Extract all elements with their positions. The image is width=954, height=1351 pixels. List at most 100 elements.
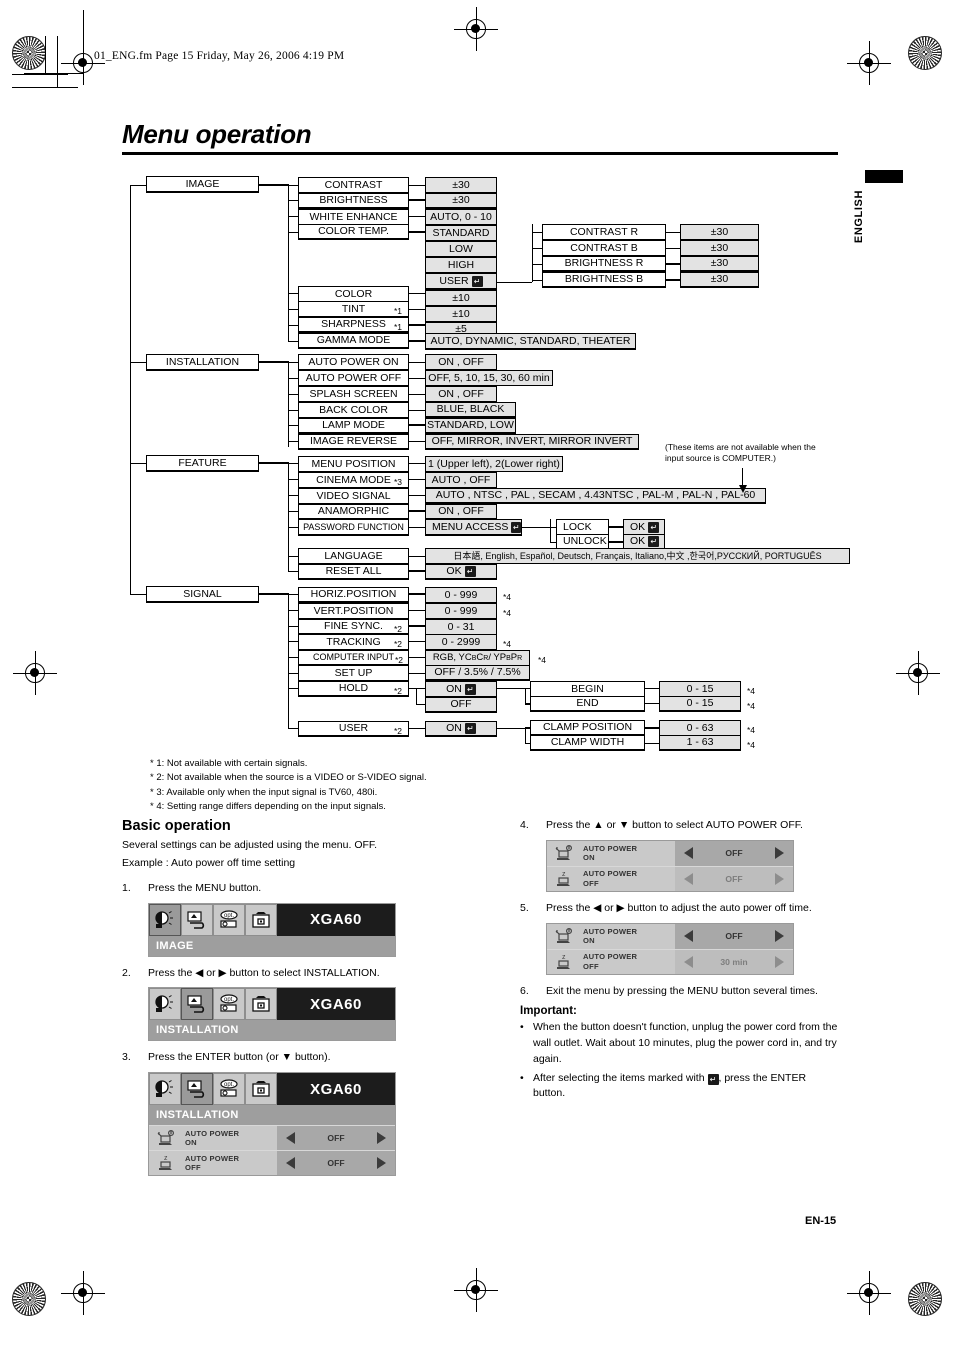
osd-tab-signal[interactable] bbox=[245, 1073, 277, 1106]
tree-item-tint[interactable]: TINT *1 bbox=[298, 301, 409, 317]
right-arrow-icon[interactable] bbox=[775, 930, 784, 942]
tree-item-clamp-position[interactable]: CLAMP POSITION bbox=[530, 720, 645, 736]
osd-tab-feature[interactable]: opt. bbox=[213, 1073, 245, 1106]
footnote-2: * 2: Not available when the source is a … bbox=[150, 772, 427, 784]
tree-root-image[interactable]: IMAGE bbox=[146, 176, 259, 193]
left-arrow-icon[interactable] bbox=[684, 872, 693, 885]
osd-row-auto-power-off[interactable]: z AUTO POWER OFF OFF bbox=[149, 1150, 395, 1176]
tree-item-image-reverse[interactable]: IMAGE REVERSE bbox=[298, 434, 409, 450]
tree-value-user-on[interactable]: ON ↵ bbox=[425, 721, 497, 737]
contrast-icon bbox=[155, 910, 173, 928]
tree-item-video-signal[interactable]: VIDEO SIGNAL bbox=[298, 488, 409, 504]
tree-item-cinema-mode[interactable]: CINEMA MODE *3 bbox=[298, 472, 409, 488]
tree-value-color-temp-high: HIGH bbox=[425, 257, 497, 273]
right-arrow-icon[interactable] bbox=[775, 872, 784, 885]
right-arrow-icon[interactable] bbox=[377, 1157, 386, 1170]
tree-item-contrast[interactable]: CONTRAST bbox=[298, 177, 409, 193]
tree-item-language[interactable]: LANGUAGE bbox=[298, 548, 409, 564]
osd-row-auto-power-on[interactable]: AUTO POWER ON OFF bbox=[149, 1125, 395, 1151]
tree-item-auto-power-on[interactable]: AUTO POWER ON bbox=[298, 354, 409, 370]
left-arrow-icon[interactable] bbox=[286, 1157, 295, 1170]
step-1-number: 1. bbox=[122, 881, 131, 894]
tree-item-clamp-width[interactable]: CLAMP WIDTH bbox=[530, 735, 645, 751]
tree-item-begin[interactable]: BEGIN bbox=[530, 681, 645, 697]
tree-item-password-function[interactable]: PASSWORD FUNCTION bbox=[298, 519, 409, 536]
osd-row-auto-power-on[interactable]: AUTO POWER ON OFF bbox=[547, 840, 793, 866]
osd-row-auto-power-on[interactable]: AUTO POWER ON OFF bbox=[547, 923, 793, 949]
osd-row-value[interactable]: OFF bbox=[675, 840, 793, 866]
important-bullet-1-text: When the button doesn't function, unplug… bbox=[533, 1021, 838, 1065]
tree-item-vert-position[interactable]: VERT.POSITION bbox=[298, 603, 409, 619]
tree-item-brightness[interactable]: BRIGHTNESS bbox=[298, 193, 409, 209]
tree-item-end[interactable]: END bbox=[530, 696, 645, 712]
osd-tab-installation[interactable] bbox=[181, 1073, 213, 1106]
tree-item-contrast-b[interactable]: CONTRAST B bbox=[542, 240, 666, 256]
tree-item-hold[interactable]: HOLD *2 bbox=[298, 681, 409, 697]
tree-item-color[interactable]: COLOR bbox=[298, 286, 409, 302]
tree-item-splash-screen[interactable]: SPLASH SCREEN bbox=[298, 386, 409, 402]
osd-tab-signal[interactable] bbox=[245, 903, 277, 936]
tree-item-white-enhance[interactable]: WHITE ENHANCE bbox=[298, 209, 409, 225]
step-6: 6. Exit the menu by pressing the MENU bu… bbox=[520, 984, 840, 1000]
tree-item-horiz-position[interactable]: HORIZ.POSITION bbox=[298, 587, 409, 603]
tree-value-splash-screen: ON , OFF bbox=[425, 386, 497, 402]
osd-row-value[interactable]: OFF bbox=[675, 866, 793, 891]
osd-tab-installation[interactable] bbox=[181, 903, 213, 936]
tree-value-hold-on[interactable]: ON ↵ bbox=[425, 681, 497, 697]
tree-item-reset-all[interactable]: RESET ALL bbox=[298, 564, 409, 580]
tree-item-computer-input[interactable]: COMPUTER INPUT *2 bbox=[298, 650, 409, 666]
osd-tab-installation[interactable] bbox=[181, 988, 213, 1021]
tree-item-fine-sync[interactable]: FINE SYNC. *2 bbox=[298, 619, 409, 635]
tree-root-signal[interactable]: SIGNAL bbox=[146, 586, 259, 603]
tree-item-back-color[interactable]: BACK COLOR bbox=[298, 402, 409, 418]
tree-item-brightness-b[interactable]: BRIGHTNESS B bbox=[542, 272, 666, 288]
osd-row-value[interactable]: OFF bbox=[277, 1151, 395, 1176]
osd-row-label-line2: ON bbox=[185, 1138, 197, 1148]
osd-row-value-text: OFF bbox=[725, 848, 743, 859]
osd-tab-feature[interactable]: opt. bbox=[213, 903, 245, 936]
osd-tab-signal[interactable] bbox=[245, 988, 277, 1021]
tree-item-anamorphic[interactable]: ANAMORPHIC bbox=[298, 504, 409, 520]
tree-item-sharpness-label: SHARPNESS bbox=[321, 318, 386, 331]
tree-item-brightness-r[interactable]: BRIGHTNESS R bbox=[542, 256, 666, 272]
osd-tab-image[interactable] bbox=[149, 988, 181, 1021]
tree-value-menu-access[interactable]: MENU ACCESS ↵ bbox=[425, 519, 522, 536]
tree-item-menu-position[interactable]: MENU POSITION bbox=[298, 456, 409, 472]
tree-root-installation[interactable]: INSTALLATION bbox=[146, 354, 259, 371]
tree-item-contrast-r[interactable]: CONTRAST R bbox=[542, 224, 666, 240]
tree-value-color-temp-user[interactable]: USER ↵ bbox=[425, 273, 497, 290]
osd-row-value[interactable]: 30 min bbox=[675, 949, 793, 974]
basic-operation-line2: Example : Auto power off time setting bbox=[122, 856, 296, 869]
osd-row-auto-power-off[interactable]: z AUTO POWER OFF OFF bbox=[547, 865, 793, 891]
osd-row-label-line1: AUTO POWER bbox=[583, 926, 638, 936]
tree-value-lock-ok[interactable]: OK ↵ bbox=[623, 519, 665, 535]
osd-row-auto-power-off[interactable]: z AUTO POWER OFF 30 min bbox=[547, 948, 793, 974]
tree-item-lamp-mode[interactable]: LAMP MODE bbox=[298, 418, 409, 434]
tree-item-lock[interactable]: LOCK bbox=[556, 519, 609, 535]
step-5-number: 5. bbox=[520, 901, 529, 914]
right-arrow-icon[interactable] bbox=[377, 1132, 386, 1145]
osd-signal-label: XGA60 bbox=[310, 995, 362, 1013]
tree-item-gamma-mode[interactable]: GAMMA MODE bbox=[298, 333, 409, 349]
tree-item-auto-power-off[interactable]: AUTO POWER OFF bbox=[298, 370, 409, 386]
tree-item-user[interactable]: USER *2 bbox=[298, 721, 409, 737]
right-arrow-icon[interactable] bbox=[775, 955, 784, 968]
left-arrow-icon[interactable] bbox=[286, 1132, 295, 1145]
left-arrow-icon[interactable] bbox=[684, 847, 693, 860]
tree-value-reset-all-ok[interactable]: OK ↵ bbox=[425, 564, 497, 580]
left-arrow-icon[interactable] bbox=[684, 955, 693, 968]
osd-row-label-line2: ON bbox=[583, 936, 595, 945]
tree-item-set-up[interactable]: SET UP bbox=[298, 665, 409, 681]
tree-value-image-reverse: OFF, MIRROR, INVERT, MIRROR INVERT bbox=[425, 434, 639, 450]
osd-row-value[interactable]: OFF bbox=[277, 1126, 395, 1151]
osd-tab-image[interactable] bbox=[149, 903, 181, 936]
tree-item-sharpness[interactable]: SHARPNESS *1 bbox=[298, 317, 409, 333]
tree-root-feature[interactable]: FEATURE bbox=[146, 455, 259, 472]
osd-row-value[interactable]: OFF bbox=[675, 923, 793, 949]
tree-item-color-temp[interactable]: COLOR TEMP. bbox=[298, 224, 409, 240]
osd-tab-feature[interactable]: opt. bbox=[213, 988, 245, 1021]
tree-item-tracking[interactable]: TRACKING *2 bbox=[298, 634, 409, 650]
left-arrow-icon[interactable] bbox=[684, 930, 693, 942]
osd-tab-image[interactable] bbox=[149, 1073, 181, 1106]
right-arrow-icon[interactable] bbox=[775, 847, 784, 860]
